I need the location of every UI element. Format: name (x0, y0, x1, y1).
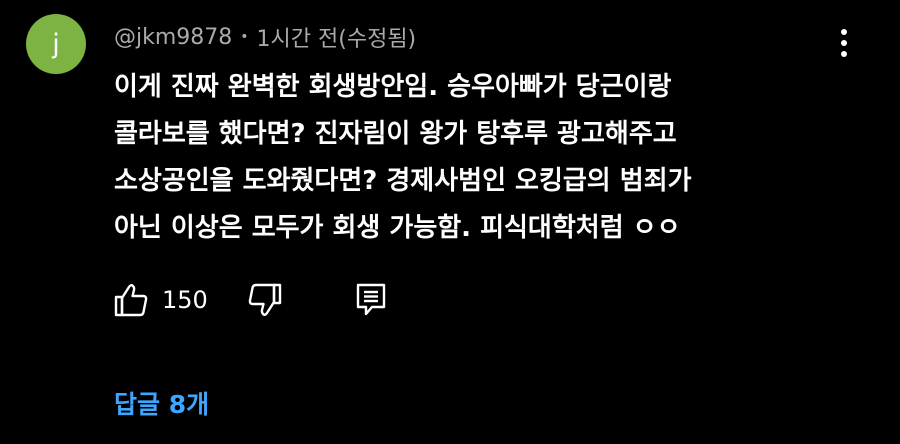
comment-line: 이게 진짜 완벽한 회생방안임. 승우아빠가 당근이랑 (114, 72, 672, 102)
author-name[interactable]: @jkm9878 (114, 25, 232, 50)
more-options-button[interactable] (826, 20, 862, 64)
comment-header: @jkm9878 • 1시간 전(수정됨) (114, 21, 417, 53)
dislike-button[interactable] (246, 281, 284, 319)
thumbs-up-icon (114, 284, 148, 317)
avatar-letter: j (52, 28, 60, 60)
like-count: 150 (162, 286, 208, 314)
comment-line: 콜라보를 했다면? 진자림이 왕가 탕후루 광고해주고 (114, 119, 677, 149)
reply-icon (356, 283, 386, 316)
comment-line: 소상공인을 도와줬다면? 경제사범인 오킹급의 범죄가 (114, 166, 692, 196)
like-button[interactable]: 150 (112, 281, 208, 319)
view-replies-link[interactable]: 답글 8개 (114, 385, 209, 421)
reply-button[interactable] (354, 281, 388, 319)
timestamp[interactable]: 1시간 전(수정됨) (257, 21, 417, 53)
comment-actions: 150 (112, 278, 388, 322)
comment-line: 아닌 이상은 모두가 회생 가능함. 피식대학처럼 ㅇㅇ (114, 213, 681, 243)
meta-separator: • (240, 29, 249, 45)
more-vertical-icon (841, 29, 847, 57)
avatar[interactable]: j (26, 14, 86, 74)
comment-text: 이게 진짜 완벽한 회생방안임. 승우아빠가 당근이랑 콜라보를 했다면? 진자… (114, 64, 814, 252)
thumbs-down-icon (248, 283, 282, 316)
